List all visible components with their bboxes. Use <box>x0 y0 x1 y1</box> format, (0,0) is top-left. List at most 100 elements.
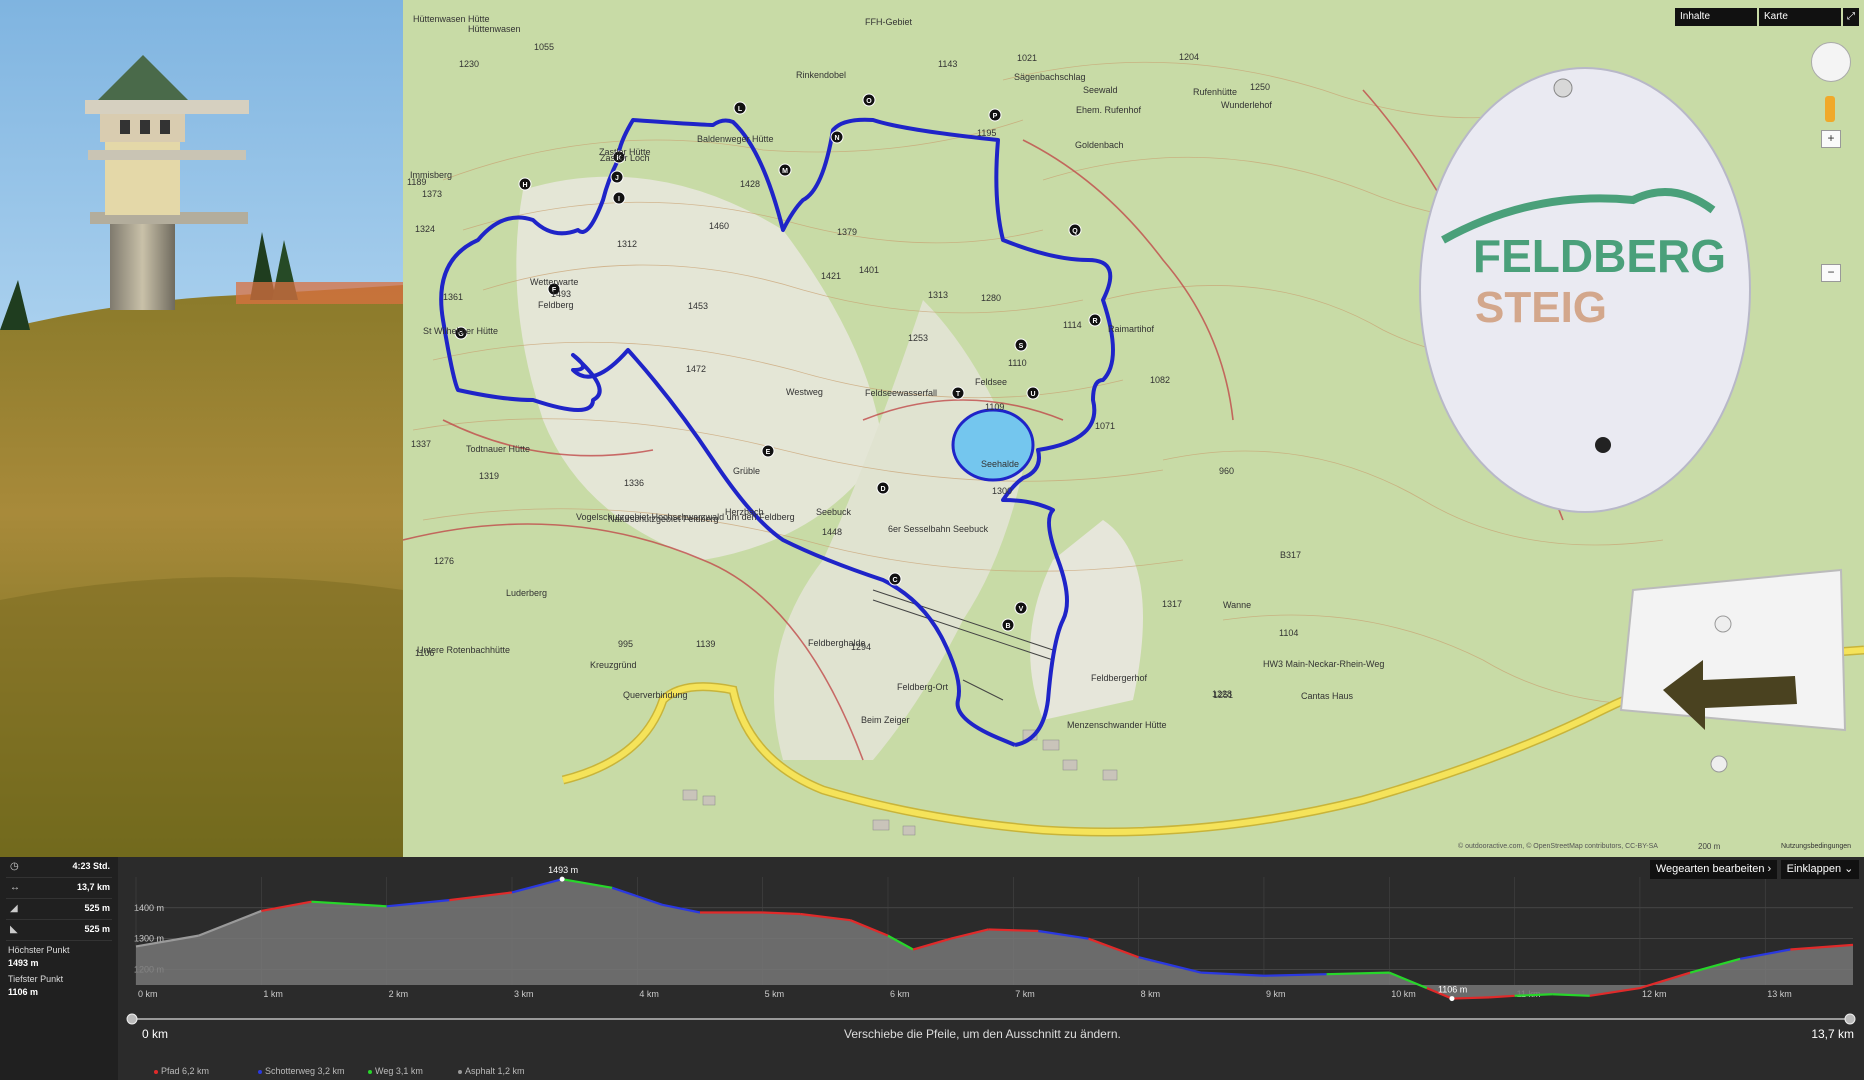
range-end-label: 13,7 km <box>1811 1027 1854 1041</box>
legend-item: Pfad 6,2 km <box>154 1066 209 1076</box>
map-label: Feldseewasserfall <box>865 388 937 398</box>
map-label: 1379 <box>837 227 857 237</box>
map-label: 1204 <box>1179 52 1199 62</box>
contents-button[interactable]: Inhalte <box>1675 8 1757 26</box>
waypoint-d[interactable]: D <box>876 481 890 495</box>
sign-title-feldberg: FELDBERG <box>1473 230 1726 282</box>
terms-link[interactable]: Nutzungsbedingungen <box>1781 843 1851 850</box>
waypoint-l[interactable]: L <box>733 101 747 115</box>
waypoint-e[interactable]: E <box>761 444 775 458</box>
map-label: Naturschutzgebiet Feldberg <box>608 514 719 524</box>
waypoint-c[interactable]: C <box>888 572 902 586</box>
map-label: 1313 <box>928 290 948 300</box>
map-type-button[interactable]: Karte <box>1759 8 1841 26</box>
map-label: 1401 <box>859 265 879 275</box>
legend-label: Schotterweg 3,2 km <box>265 1066 345 1076</box>
ascent-icon: ◢ <box>10 903 18 914</box>
tour-stats: ◷ 4:23 Std. ↔ 13,7 km ◢ 525 m ◣ 525 m Höchst… <box>0 857 118 1080</box>
map-label: Wetterwarte <box>530 277 578 287</box>
map-label: 1276 <box>434 556 454 566</box>
waypoint-m[interactable]: M <box>778 163 792 177</box>
map-label: 1319 <box>479 471 499 481</box>
waypoint-s[interactable]: S <box>1014 338 1028 352</box>
map-label: Sägenbachschlag <box>1014 72 1086 82</box>
waypoint-r[interactable]: R <box>1088 313 1102 327</box>
svg-text:T: T <box>956 391 961 398</box>
stat-descent: ◣ 525 m <box>6 920 112 941</box>
x-tick-label: 6 km <box>890 989 910 999</box>
y-tick-label: 1400 m <box>134 903 164 913</box>
map-label: Seehalde <box>981 459 1019 469</box>
waypoint-t[interactable]: T <box>951 386 965 400</box>
legend-swatch <box>154 1069 158 1074</box>
map-label: 1317 <box>1162 599 1182 609</box>
waypoint-h[interactable]: H <box>518 177 532 191</box>
clock-icon: ◷ <box>10 861 19 872</box>
range-handle-start[interactable] <box>126 1013 138 1025</box>
svg-text:P: P <box>993 113 998 120</box>
svg-text:D: D <box>880 486 885 493</box>
waypoint-n[interactable]: N <box>830 130 844 144</box>
map-label: Hüttenwasen Hütte <box>413 14 490 24</box>
map-label: 1110 <box>1008 358 1027 368</box>
collapse-button[interactable]: Einklappen ⌄ <box>1781 860 1859 879</box>
highest-point-value: 1493 m <box>8 958 39 968</box>
elevation-chart[interactable]: 1400 m1300 m1200 m0 km1 km2 km3 km4 km5 … <box>118 857 1864 1080</box>
map-label: 1361 <box>443 292 463 302</box>
map-label: 1373 <box>422 189 442 199</box>
surface-segment <box>762 911 801 916</box>
map-label: Zastler Loch <box>600 153 650 163</box>
elevation-profile[interactable]: 1400 m1300 m1200 m0 km1 km2 km3 km4 km5 … <box>118 857 1864 1080</box>
map-label: Westweg <box>786 387 823 397</box>
svg-text:M: M <box>782 168 788 175</box>
map-label: 1114 <box>1063 320 1082 330</box>
map-label: Kreuzgründ <box>590 660 637 670</box>
waypoint-o[interactable]: O <box>862 93 876 107</box>
x-tick-label: 2 km <box>389 989 409 999</box>
map-label: 1472 <box>686 364 706 374</box>
map-label: St Wilhelmer Hütte <box>423 326 498 336</box>
map-label: Feldbergerhof <box>1091 673 1148 683</box>
waypoint-u[interactable]: U <box>1026 386 1040 400</box>
map-label: Seewald <box>1083 85 1118 95</box>
map-label: 1324 <box>415 224 435 234</box>
map-label: Menzenschwander Hütte <box>1067 720 1167 730</box>
map-label: Herzbach <box>725 507 764 517</box>
waypoint-b[interactable]: B <box>1001 618 1015 632</box>
waypoint-p[interactable]: P <box>988 108 1002 122</box>
range-handle-end[interactable] <box>1844 1013 1856 1025</box>
legend-label: Asphalt 1,2 km <box>465 1066 525 1076</box>
min-point-marker <box>1449 996 1455 1002</box>
map-label: Baldenweger Hütte <box>697 134 774 144</box>
fullscreen-icon[interactable]: ⤢ <box>1843 8 1859 26</box>
waypoint-j[interactable]: J <box>610 170 624 184</box>
map-label: Seebuck <box>816 507 852 517</box>
map-label: 1421 <box>821 271 841 281</box>
svg-text:B: B <box>1005 623 1010 630</box>
map-label: 1453 <box>688 301 708 311</box>
map-label: 1250 <box>1250 82 1270 92</box>
svg-text:R: R <box>1092 318 1097 325</box>
svg-text:C: C <box>892 577 897 584</box>
map-label: 1143 <box>938 59 957 69</box>
edit-waytypes-button[interactable]: Wegearten bearbeiten › <box>1650 860 1777 879</box>
map-label: 1082 <box>1150 375 1170 385</box>
map-label: 1139 <box>696 639 715 649</box>
route-map[interactable]: BCDEFGHIJKLMNOPQRSTUV Hüttenwasen Hütte H… <box>403 0 1864 857</box>
map-label: 1448 <box>822 527 842 537</box>
map-label: 1251 <box>1213 690 1233 700</box>
map-label: 1189 <box>407 177 426 187</box>
x-tick-label: 7 km <box>1015 989 1035 999</box>
elevation-panel: ◷ 4:23 Std. ↔ 13,7 km ◢ 525 m ◣ 525 m Höchst… <box>0 857 1864 1080</box>
legend-swatch <box>458 1069 462 1074</box>
map-label: Wanne <box>1223 600 1251 610</box>
waypoint-i[interactable]: I <box>612 191 626 205</box>
map-label: 1195 <box>977 128 996 138</box>
stat-duration: ◷ 4:23 Std. <box>6 857 112 878</box>
map-label: 1294 <box>851 642 871 652</box>
map-label: HW3 Main-Neckar-Rhein-Weg <box>1263 659 1384 669</box>
waypoint-v[interactable]: V <box>1014 601 1028 615</box>
waypoint-q[interactable]: Q <box>1068 223 1082 237</box>
map-attribution: © outdooractive.com, © OpenStreetMap con… <box>1458 843 1658 850</box>
map-label: FFH-Gebiet <box>865 17 913 27</box>
